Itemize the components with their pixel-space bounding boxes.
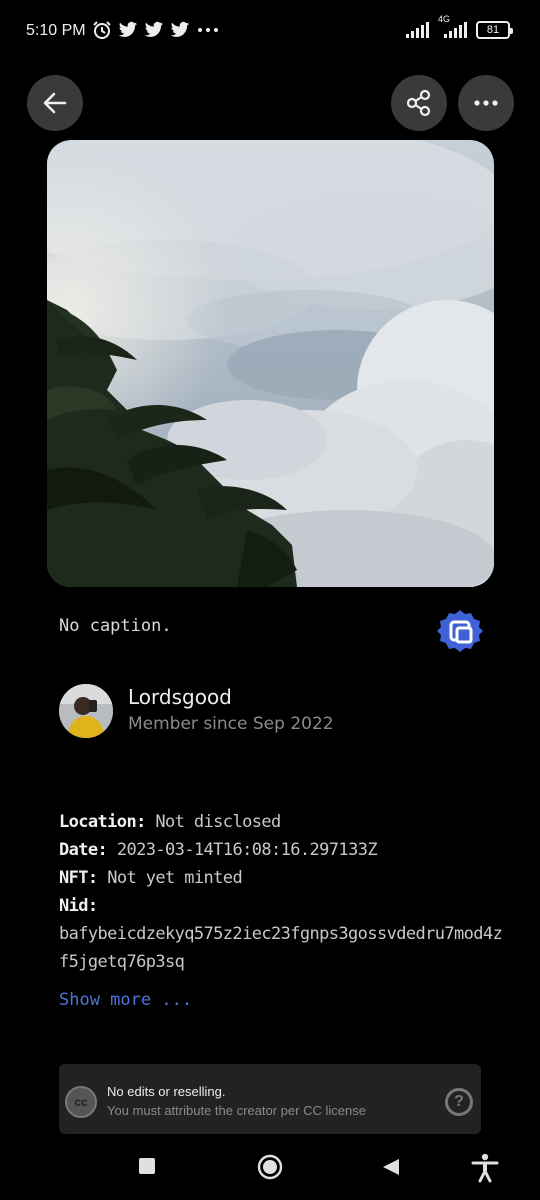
nft-value: Not yet minted — [107, 868, 243, 888]
recents-button[interactable] — [138, 1157, 156, 1179]
status-time: 5:10 PM — [26, 22, 86, 39]
license-card: cc No edits or reselling. You must attri… — [59, 1064, 481, 1134]
post-photo[interactable] — [47, 140, 494, 587]
share-icon — [406, 89, 431, 117]
battery-level: 81 — [486, 24, 500, 36]
status-system-icons: 4G 81 — [406, 14, 513, 40]
nft-label: NFT: — [59, 868, 98, 888]
post-details: Location: Not disclosed Date: 2023-03-14… — [59, 808, 509, 976]
location-row: Location: Not disclosed — [59, 808, 509, 836]
author-name[interactable]: Lordsgood — [128, 685, 232, 709]
location-label: Location: — [59, 812, 146, 832]
battery-icon: 81 — [476, 21, 513, 39]
location-value: Not disclosed — [155, 812, 281, 832]
system-nav-bar — [0, 1135, 540, 1200]
twitter-icon — [170, 21, 190, 37]
nav-back-button[interactable] — [381, 1157, 401, 1181]
author-avatar[interactable] — [59, 684, 113, 738]
more-horizontal-icon — [474, 100, 498, 106]
date-value: 2023-03-14T16:08:16.297133Z — [116, 840, 378, 860]
show-more-link[interactable]: Show more ... — [59, 990, 192, 1010]
member-since: Member since Sep 2022 — [128, 714, 334, 734]
home-button[interactable] — [257, 1154, 283, 1184]
post-caption: No caption. — [59, 616, 172, 636]
recents-icon — [139, 1158, 155, 1174]
verified-badge-icon — [437, 610, 483, 652]
nid-row: Nid: — [59, 892, 509, 920]
more-options-button[interactable] — [458, 75, 514, 131]
share-button[interactable] — [391, 75, 447, 131]
home-icon — [257, 1154, 283, 1180]
twitter-icon — [118, 21, 138, 37]
twitter-icon — [144, 21, 164, 37]
back-icon — [383, 1159, 399, 1175]
nid-label: Nid: — [59, 896, 98, 916]
date-row: Date: 2023-03-14T16:08:16.297133Z — [59, 836, 509, 864]
signal-icon — [406, 22, 429, 38]
signal-4g-icon: 4G — [436, 14, 470, 40]
accessibility-button[interactable] — [471, 1153, 499, 1187]
nid-value: bafybeicdzekyq575z2iec23fgnps3gossvdedru… — [59, 924, 503, 972]
verified-badge[interactable] — [437, 608, 483, 654]
help-icon[interactable]: ? — [445, 1088, 473, 1116]
back-button[interactable] — [27, 75, 83, 131]
date-label: Date: — [59, 840, 108, 860]
license-subtitle: You must attribute the creator per CC li… — [107, 1103, 366, 1118]
more-dots-icon — [198, 28, 218, 32]
alarm-icon — [93, 21, 111, 39]
arrow-left-icon — [43, 92, 67, 114]
status-bar: 5:10 PM 4G 81 — [0, 0, 540, 66]
creative-commons-icon: cc — [65, 1086, 97, 1118]
nft-row: NFT: Not yet minted — [59, 864, 509, 892]
accessibility-icon — [471, 1153, 499, 1183]
license-title: No edits or reselling. — [107, 1084, 226, 1099]
status-notification-icons — [92, 20, 220, 40]
